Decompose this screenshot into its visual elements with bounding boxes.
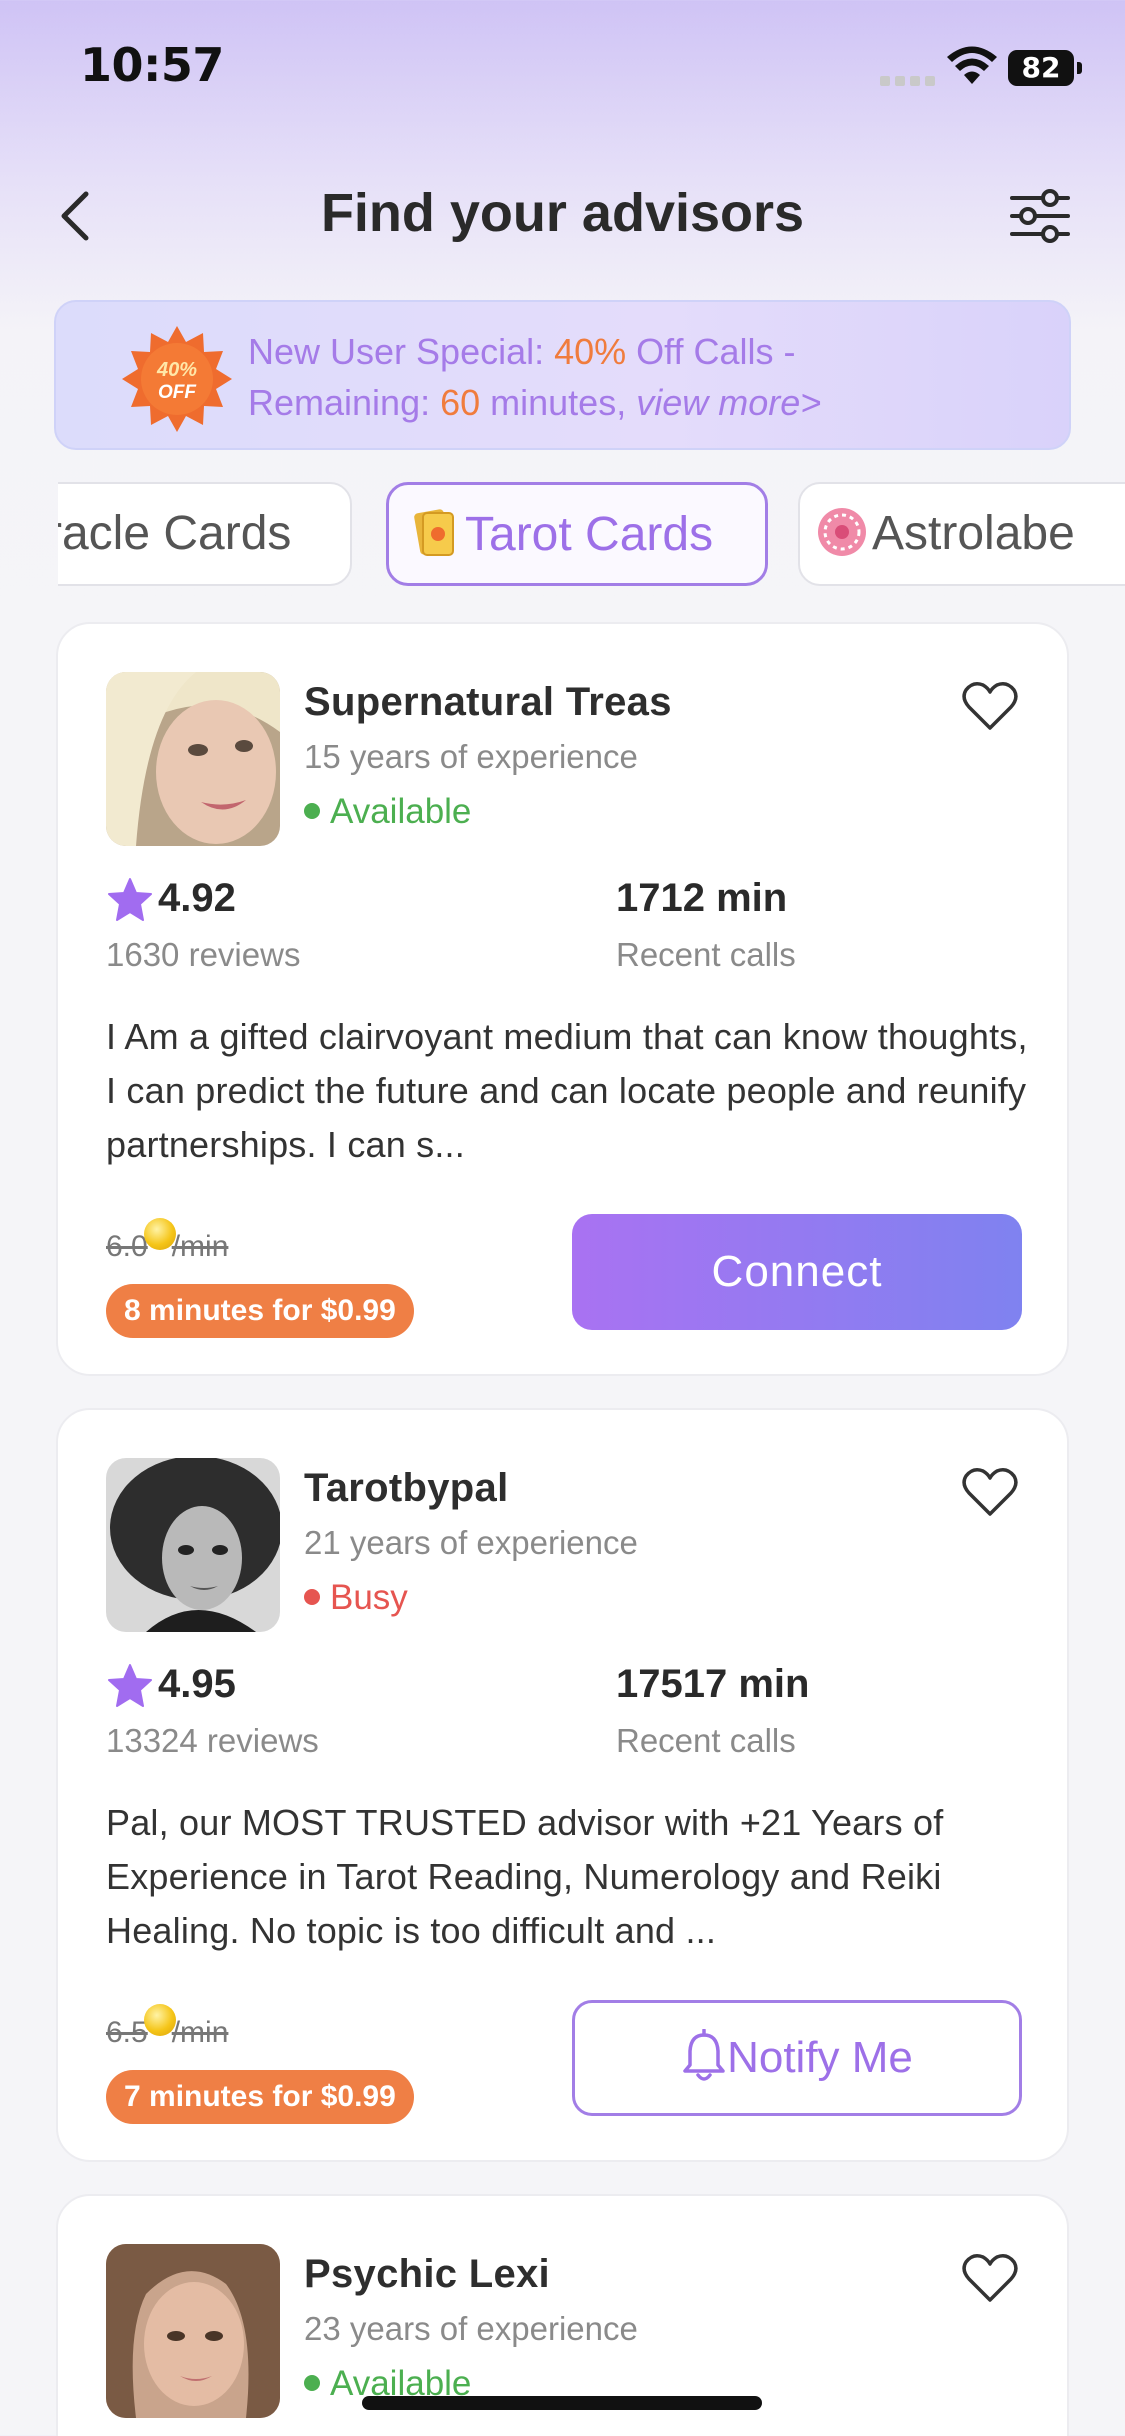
connect-button[interactable]: Connect (572, 1214, 1022, 1330)
advisor-card[interactable]: Tarotbypal 21 years of experience Busy 4… (56, 1408, 1069, 2162)
advisor-avatar[interactable] (106, 672, 280, 846)
status-dot-icon (304, 2375, 320, 2391)
advisor-description: I Am a gifted clairvoyant medium that ca… (106, 1016, 1028, 1165)
deal-badge: 7 minutes for $0.99 (106, 2070, 414, 2124)
advisor-status: Available (304, 792, 471, 832)
advisor-experience: 15 years of experience (304, 738, 638, 775)
favorite-heart-icon[interactable] (961, 2252, 1019, 2304)
coin-icon (143, 2004, 176, 2037)
filter-settings-icon[interactable] (1008, 186, 1072, 246)
status-time: 10:57 (80, 38, 224, 92)
notify-me-button[interactable]: Notify Me (572, 2000, 1022, 2116)
original-price: 6.0/min (106, 1218, 228, 1264)
cellular-signal-icon (880, 72, 936, 86)
tarot-card-icon (414, 509, 454, 557)
astrolabe-icon (818, 508, 866, 557)
review-count: 13324 reviews (106, 1722, 319, 1759)
discount-badge-icon: 40% OFF (122, 326, 232, 432)
rating-value: 4.92 (158, 876, 236, 920)
coin-icon (143, 1218, 176, 1251)
advisor-experience: 23 years of experience (304, 2310, 638, 2347)
favorite-heart-icon[interactable] (961, 680, 1019, 732)
rating-star-icon (108, 878, 152, 921)
recent-calls-label: Recent calls (616, 1722, 796, 1759)
status-bar: 10:57 82 (0, 0, 1125, 140)
wifi-icon (947, 46, 997, 84)
tab-tarot-cards[interactable]: Tarot Cards (386, 482, 768, 586)
advisor-experience: 21 years of experience (304, 1524, 638, 1561)
advisor-name: Tarotbypal (304, 1466, 509, 1510)
original-price: 6.5/min (106, 2004, 228, 2050)
badge-percent: 40% (156, 359, 197, 381)
advisor-status: Busy (304, 1578, 408, 1618)
rating-value: 4.95 (158, 1662, 236, 1706)
favorite-heart-icon[interactable] (961, 1466, 1019, 1518)
status-dot-icon (304, 803, 320, 819)
advisor-card[interactable]: Supernatural Treas 15 years of experienc… (56, 622, 1069, 1376)
tab-oracle-cards[interactable]: racle Cards (58, 482, 352, 586)
badge-off: OFF (158, 382, 197, 403)
promo-banner[interactable]: 40% OFF New User Special: 40% Off Calls … (54, 300, 1071, 450)
advisor-avatar[interactable] (106, 2244, 280, 2418)
rating-star-icon (108, 1664, 152, 1707)
recent-calls-value: 1712 min (616, 876, 788, 920)
advisor-description: Pal, our MOST TRUSTED advisor with +21 Y… (106, 1802, 944, 1951)
deal-badge: 8 minutes for $0.99 (106, 1284, 414, 1338)
recent-calls-label: Recent calls (616, 936, 796, 973)
view-more-link[interactable]: view more> (636, 382, 821, 423)
review-count: 1630 reviews (106, 936, 301, 973)
recent-calls-value: 17517 min (616, 1662, 810, 1706)
bell-icon (683, 2029, 725, 2082)
page-title: Find your advisors (320, 183, 805, 243)
promo-text: New User Special: 40% Off Calls - Remain… (248, 331, 822, 423)
battery-icon: 82 (1008, 50, 1082, 86)
home-indicator[interactable] (362, 2396, 762, 2410)
advisor-name: Psychic Lexi (304, 2252, 550, 2296)
advisor-name: Supernatural Treas (304, 680, 672, 724)
tab-astrolabe[interactable]: Astrolabe (798, 482, 1125, 586)
advisor-avatar[interactable] (106, 1458, 280, 1632)
status-dot-icon (304, 1589, 320, 1605)
category-tabs: racle Cards Tarot Cards Astrolabe (58, 480, 1125, 590)
